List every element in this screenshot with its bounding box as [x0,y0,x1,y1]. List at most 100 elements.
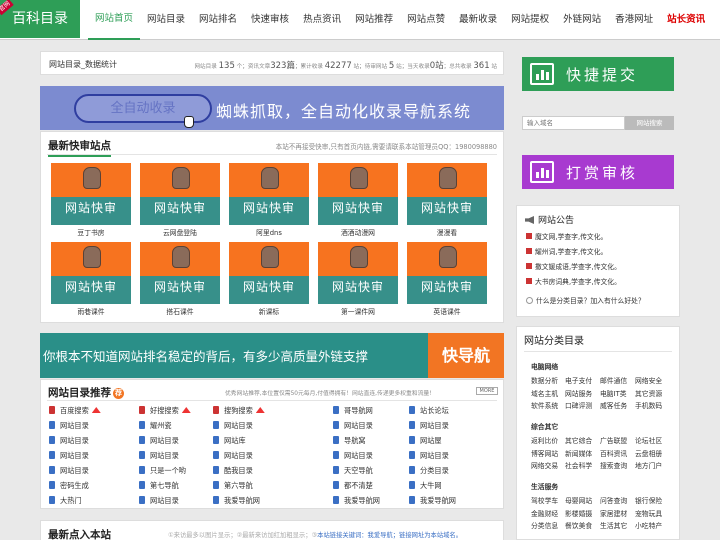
recommend-link[interactable]: 密码生成 [49,481,89,491]
nav-item[interactable]: 网站首页 [88,0,141,40]
recommend-link[interactable]: 网站目录 [409,421,449,431]
category-link[interactable]: 邮件通信 [600,375,627,385]
category-link[interactable]: 网络安全 [635,375,662,385]
category-link[interactable]: 分类信息 [531,520,558,530]
quick-submit-button[interactable]: 快捷提交 [522,57,674,91]
notice-item[interactable]: 大书房词典,学查字,传文化。 [526,276,621,286]
recommend-link[interactable]: 导航窝 [333,436,366,446]
category-link[interactable]: 小吃特产 [635,520,662,530]
nav-item[interactable]: 最新收录 [452,0,504,40]
category-link[interactable]: 百科资讯 [600,448,627,458]
recommend-link[interactable]: 分类目录 [409,466,449,476]
quick-site-card[interactable]: 网站快审 搭石课件 [140,242,220,316]
nav-item[interactable]: 快速审核 [244,0,296,40]
quick-site-card[interactable]: 网站快审 豆丁书房 [51,163,131,237]
category-link[interactable]: 驾校学车 [531,495,558,505]
recommend-link[interactable]: 第七导航 [139,481,179,491]
more-button[interactable]: MORE [476,387,498,395]
category-link[interactable]: 云盘相册 [635,448,662,458]
category-link[interactable]: 口碑评测 [565,400,592,410]
category-link[interactable]: 家居建材 [600,508,627,518]
category-link[interactable]: 博客网站 [531,448,558,458]
category-link[interactable]: 新闻媒体 [565,448,592,458]
recommend-link[interactable]: 只是一个哟 [139,466,186,476]
nav-item[interactable]: 热点资讯 [296,0,348,40]
recommend-link[interactable]: 网站目录 [139,496,179,506]
category-link[interactable]: 电脑IT类 [600,388,627,398]
notice-item[interactable]: 耀州词,学查字,传文化。 [526,246,607,256]
nav-item[interactable]: 网站排名 [192,0,244,40]
recommend-link[interactable]: 我爱导航网 [333,496,380,506]
category-link[interactable]: 手机数码 [635,400,662,410]
recommend-link[interactable]: 第六导航 [213,481,253,491]
recommend-link[interactable]: 站长论坛 [409,406,449,416]
category-link[interactable]: 搜索查询 [600,460,627,470]
recommend-link[interactable]: 酷我目录 [213,466,253,476]
quick-site-card[interactable]: 网站快审 漫漫看 [407,163,487,237]
category-link[interactable]: 其它综合 [565,435,592,445]
category-link[interactable]: 返利比价 [531,435,558,445]
recommend-link[interactable]: 百度搜索 [49,406,101,416]
recommend-link[interactable]: 网站目录 [139,436,179,446]
quick-site-card[interactable]: 网站快审 云网盘登陆 [140,163,220,237]
recommend-link[interactable]: 网站目录 [49,466,89,476]
quick-site-card[interactable]: 网站快审 雨巷课件 [51,242,131,316]
nav-item[interactable]: 网站目录 [140,0,192,40]
category-link[interactable]: 母婴网站 [565,495,592,505]
category-link[interactable]: 社会科学 [565,460,592,470]
category-link[interactable]: 网站服务 [565,388,592,398]
recommend-link[interactable]: 网站库 [213,436,246,446]
nav-item[interactable]: 网站点赞 [400,0,452,40]
quick-site-card[interactable]: 网站快审 第一课件网 [318,242,398,316]
category-link[interactable]: 其它资源 [635,388,662,398]
category-link[interactable]: 餐饮美食 [565,520,592,530]
recommend-link[interactable]: 大热门 [49,496,82,506]
faq-item[interactable]: 什么是分类目录？加入有什么好处？ [526,295,645,305]
category-link[interactable]: 影楼婚摄 [565,508,592,518]
recommend-link[interactable]: 网站屋 [409,436,442,446]
category-link[interactable]: 问答查询 [600,495,627,505]
recommend-link[interactable]: 网站目录 [333,451,373,461]
backlink-banner[interactable]: 你根本不知道网站排名稳定的背后，有多少高质量外链支撑 快导航 [40,333,504,378]
recommend-link[interactable]: 网站目录 [49,451,89,461]
recommend-link[interactable]: 耀州瓷 [139,421,172,431]
nav-item[interactable]: 网站提权 [504,0,556,40]
nav-item[interactable]: 香港网址 [608,0,660,40]
recommend-link[interactable]: 我爱导航网 [213,496,260,506]
recommend-link[interactable]: 大牛网 [409,481,442,491]
category-link[interactable]: 银行保险 [635,495,662,505]
recommend-link[interactable]: 网站目录 [213,421,253,431]
site-logo[interactable]: 官网 百科目录 [0,0,80,38]
category-link[interactable]: 生活其它 [600,520,627,530]
category-link[interactable]: 域名主机 [531,388,558,398]
recommend-link[interactable]: 网站目录 [49,436,89,446]
category-link[interactable]: 电子支付 [565,375,592,385]
quick-site-card[interactable]: 网站快审 阿里dns [229,163,309,237]
category-link[interactable]: 论坛社区 [635,435,662,445]
category-link[interactable]: 数据分析 [531,375,558,385]
notice-item[interactable]: 撒文媛成语,学查字,传文化。 [526,261,621,271]
recommend-link[interactable]: 天空导航 [333,466,373,476]
auto-collect-banner[interactable]: 全自动收录 蜘蛛抓取，全自动化收录导航系统 [40,86,504,130]
category-link[interactable]: 金融财经 [531,508,558,518]
category-link[interactable]: 宠物玩具 [635,508,662,518]
category-link[interactable]: 广告联盟 [600,435,627,445]
quick-site-card[interactable]: 网站快审 新课标 [229,242,309,316]
category-link[interactable]: 软件系统 [531,400,558,410]
notice-item[interactable]: 魔文网,学查字,传文化。 [526,231,607,241]
recommend-link[interactable]: 网站目录 [409,451,449,461]
recommend-link[interactable]: 好搜搜索 [139,406,191,416]
nav-item[interactable]: 网站推荐 [348,0,400,40]
recommend-link[interactable]: 网站目录 [49,421,89,431]
nav-item[interactable]: 外链网站 [556,0,608,40]
category-link[interactable]: 网络交易 [531,460,558,470]
category-link[interactable]: 地方门户 [635,460,662,470]
recommend-link[interactable]: 搜狗搜索 [213,406,265,416]
category-link[interactable]: 威客任务 [600,400,627,410]
quick-site-card[interactable]: 网站快审 英语课件 [407,242,487,316]
recommend-link[interactable]: 网站目录 [139,451,179,461]
nav-item[interactable]: 站长资讯 [660,0,712,40]
quick-site-card[interactable]: 网站快审 酒酒动漫网 [318,163,398,237]
paid-review-button[interactable]: 打赏审核 [522,155,674,189]
recommend-link[interactable]: 网站目录 [213,451,253,461]
